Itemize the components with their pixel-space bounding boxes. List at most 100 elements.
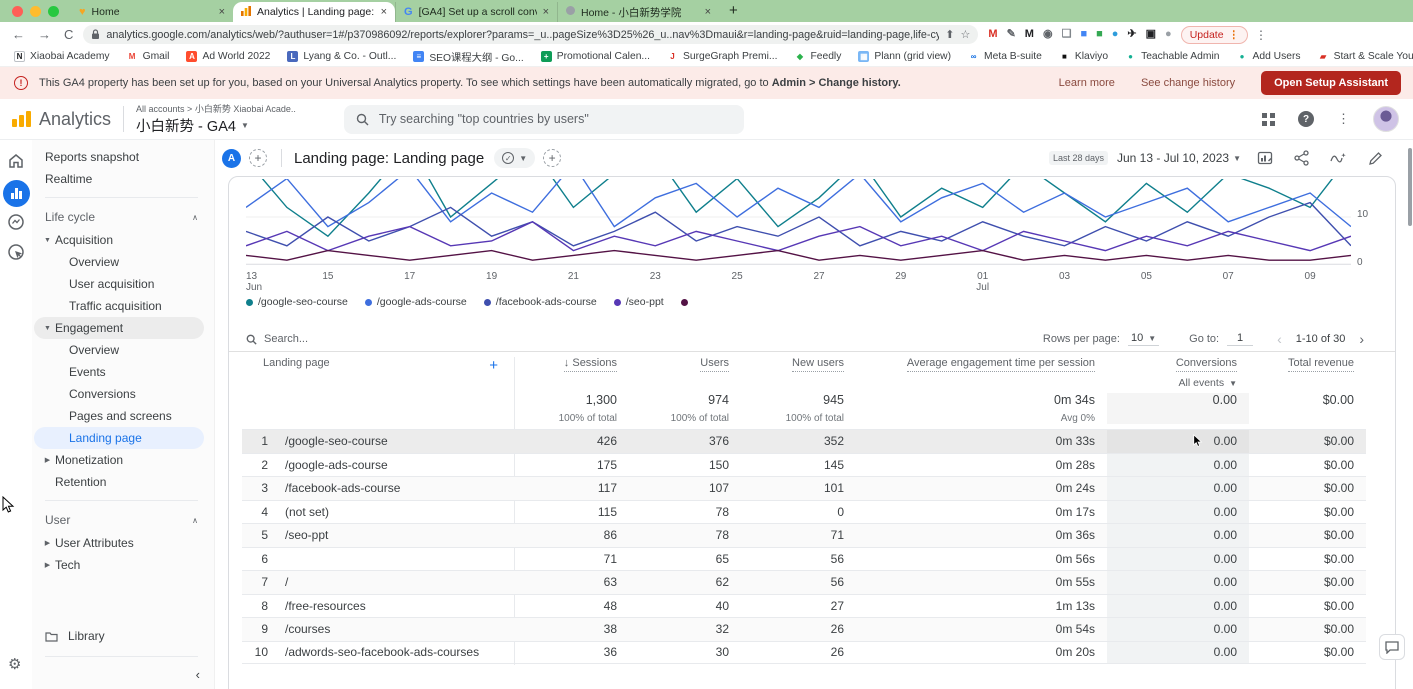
sidebar-item-user-acquisition[interactable]: User acquisition	[32, 273, 204, 295]
bookmark-item[interactable]: ≡SEO课程大纲 - Go...	[413, 49, 523, 64]
sidebar-item-user-attributes[interactable]: ▶User Attributes	[32, 532, 204, 554]
sidebar-item-reports-snapshot[interactable]: Reports snapshot	[32, 146, 204, 168]
column-header-conversions[interactable]: ConversionsAll events▼	[1107, 357, 1249, 389]
back-icon[interactable]: ←	[12, 27, 25, 42]
sidebar-item-tech[interactable]: ▶Tech	[32, 554, 204, 576]
landing-page-link[interactable]: (not set)	[285, 505, 329, 519]
sidebar-item-overview[interactable]: Overview	[32, 339, 204, 361]
pin-extension-icon[interactable]: ✈	[1127, 29, 1136, 40]
landing-page-link[interactable]: /courses	[285, 622, 330, 636]
feedback-button[interactable]	[1379, 634, 1405, 660]
admin-gear-icon[interactable]: ⚙	[8, 655, 21, 673]
browser-tab[interactable]: ♥Home×	[71, 2, 233, 22]
sidebar-item-traffic-acquisition[interactable]: Traffic acquisition	[32, 295, 204, 317]
table-row[interactable]: 5/seo-ppt8678710m 36s0.00$0.00	[242, 523, 1366, 547]
sidebar-item-pages-and-screens[interactable]: Pages and screens	[32, 405, 204, 427]
landing-page-link[interactable]: /facebook-ads-course	[285, 481, 400, 495]
table-row[interactable]: 67165560m 56s0.00$0.00	[242, 547, 1366, 571]
close-tab-icon[interactable]: ×	[219, 6, 225, 18]
table-row[interactable]: 9/courses3832260m 54s0.00$0.00	[242, 617, 1366, 641]
landing-page-link[interactable]: /free-resources	[285, 599, 366, 613]
avatar[interactable]	[1373, 106, 1399, 132]
reload-icon[interactable]: C	[64, 27, 73, 42]
sidebar-item-library[interactable]: Library	[32, 629, 214, 643]
comparison-badge[interactable]: A	[222, 149, 241, 168]
property-switcher[interactable]: All accounts > 小白新势 Xiaobai Acade.. 小白新势…	[136, 102, 296, 136]
gmail-extension-icon[interactable]: M	[988, 29, 997, 40]
landing-page-link[interactable]: /google-ads-course	[285, 458, 388, 472]
window-controls[interactable]	[0, 6, 71, 22]
comet-extension-icon[interactable]: ●	[1112, 29, 1119, 40]
bookmark-item[interactable]: ◆Feedly	[794, 51, 841, 62]
bookmark-item[interactable]: AAd World 2022	[186, 51, 270, 62]
insights-icon[interactable]	[1330, 151, 1347, 165]
table-row[interactable]: 3/facebook-ads-course1171071010m 24s0.00…	[242, 476, 1366, 500]
home-icon[interactable]	[7, 152, 25, 170]
sidebar-item-overview[interactable]: Overview	[32, 251, 204, 273]
sidebar-item-engagement[interactable]: ▼Engagement	[34, 317, 204, 339]
url-text[interactable]: analytics.google.com/analytics/web/?auth…	[106, 29, 939, 41]
sticker-extension-icon[interactable]: ❏	[1062, 29, 1072, 40]
landing-page-link[interactable]: /seo-ppt	[285, 528, 328, 542]
sidebar-item-conversions[interactable]: Conversions	[32, 383, 204, 405]
close-tab-icon[interactable]: ×	[381, 6, 387, 18]
date-range-picker[interactable]: Jun 13 - Jul 10, 2023	[1117, 151, 1229, 165]
conversions-filter[interactable]: All events▼	[1179, 377, 1237, 389]
browser-tab[interactable]: G[GA4] Set up a scroll conversi×	[395, 2, 557, 22]
learn-more-link[interactable]: Learn more	[1059, 77, 1115, 89]
browser-tab[interactable]: Analytics | Landing page: Land×	[233, 2, 395, 22]
mono-m-extension-icon[interactable]: M	[1025, 29, 1034, 40]
dimension-chip[interactable]: ✓ ▼	[494, 148, 535, 168]
camera-extension-icon[interactable]: ◉	[1043, 29, 1053, 40]
column-header-landing-page[interactable]: Landing page+	[242, 357, 514, 389]
blue-app-extension-icon[interactable]: ■	[1080, 29, 1087, 40]
browser-tab[interactable]: Home - 小白新势学院×	[557, 2, 719, 22]
bookmark-item[interactable]: ∞Meta B-suite	[968, 51, 1042, 62]
zoom-window-button[interactable]	[48, 6, 59, 17]
bookmark-item[interactable]: ▰Start & Scale Your...	[1318, 51, 1413, 62]
bookmark-star-icon[interactable]: ☆	[961, 28, 971, 41]
sidebar-item-realtime[interactable]: Realtime	[32, 168, 204, 190]
customize-report-icon[interactable]	[1257, 150, 1273, 166]
green-app-extension-icon[interactable]: ■	[1096, 29, 1103, 40]
open-setup-assistant-button[interactable]: Open Setup Assistant	[1261, 71, 1401, 95]
minimize-window-button[interactable]	[30, 6, 41, 17]
scrollbar-thumb[interactable]	[1408, 148, 1412, 226]
column-header-average-engagement-time-per-session[interactable]: Average engagement time per session	[856, 357, 1107, 389]
forward-icon[interactable]: →	[38, 27, 51, 42]
sidebar-item-retention[interactable]: Retention	[32, 471, 204, 493]
pen-extension-icon[interactable]: ✎	[1007, 29, 1016, 40]
column-header-users[interactable]: Users	[629, 357, 741, 389]
close-window-button[interactable]	[12, 6, 23, 17]
sidebar-item-landing-page[interactable]: Landing page	[34, 427, 204, 449]
landing-page-link[interactable]: /	[285, 575, 288, 589]
column-header-sessions[interactable]: ↓ Sessions	[514, 357, 629, 389]
search-input[interactable]: Try searching "top countries by users"	[344, 105, 744, 134]
bookmark-item[interactable]: ●Add Users	[1237, 51, 1301, 62]
chrome-update-button[interactable]: Update⋮	[1181, 26, 1248, 44]
analytics-logo-icon[interactable]	[12, 111, 31, 127]
go-to-input[interactable]: 1	[1227, 332, 1253, 346]
explore-icon[interactable]	[7, 213, 25, 231]
bookmark-item[interactable]: NXiaobai Academy	[14, 51, 110, 62]
browser-menu-icon[interactable]: ⋮	[1255, 28, 1267, 42]
advertising-icon[interactable]	[7, 243, 25, 261]
table-row[interactable]: 10/adwords-seo-facebook-ads-courses36302…	[242, 641, 1366, 665]
share-page-icon[interactable]: ⬆	[945, 28, 954, 41]
table-row[interactable]: 4(not set)1157800m 17s0.00$0.00	[242, 500, 1366, 524]
edit-pencil-icon[interactable]	[1368, 151, 1383, 166]
table-search-input[interactable]: Search...	[246, 333, 308, 345]
share-icon[interactable]	[1294, 150, 1309, 166]
sidebar-item-events[interactable]: Events	[32, 361, 204, 383]
bookmark-item[interactable]: LLyang & Co. - Outl...	[287, 51, 396, 62]
add-column-icon[interactable]: +	[489, 357, 498, 374]
close-tab-icon[interactable]: ×	[543, 6, 549, 18]
bookmark-item[interactable]: ●Teachable Admin	[1125, 51, 1219, 62]
sidebar-item-monetization[interactable]: ▶Monetization	[32, 449, 204, 471]
rows-per-page-select[interactable]: 10▼	[1128, 332, 1159, 346]
close-tab-icon[interactable]: ×	[705, 6, 711, 18]
bookmark-item[interactable]: +Promotional Calen...	[541, 51, 650, 62]
apps-grid-icon[interactable]	[1262, 113, 1275, 126]
new-tab-button[interactable]: +	[719, 2, 748, 22]
add-comparison-icon[interactable]: +	[249, 149, 267, 167]
